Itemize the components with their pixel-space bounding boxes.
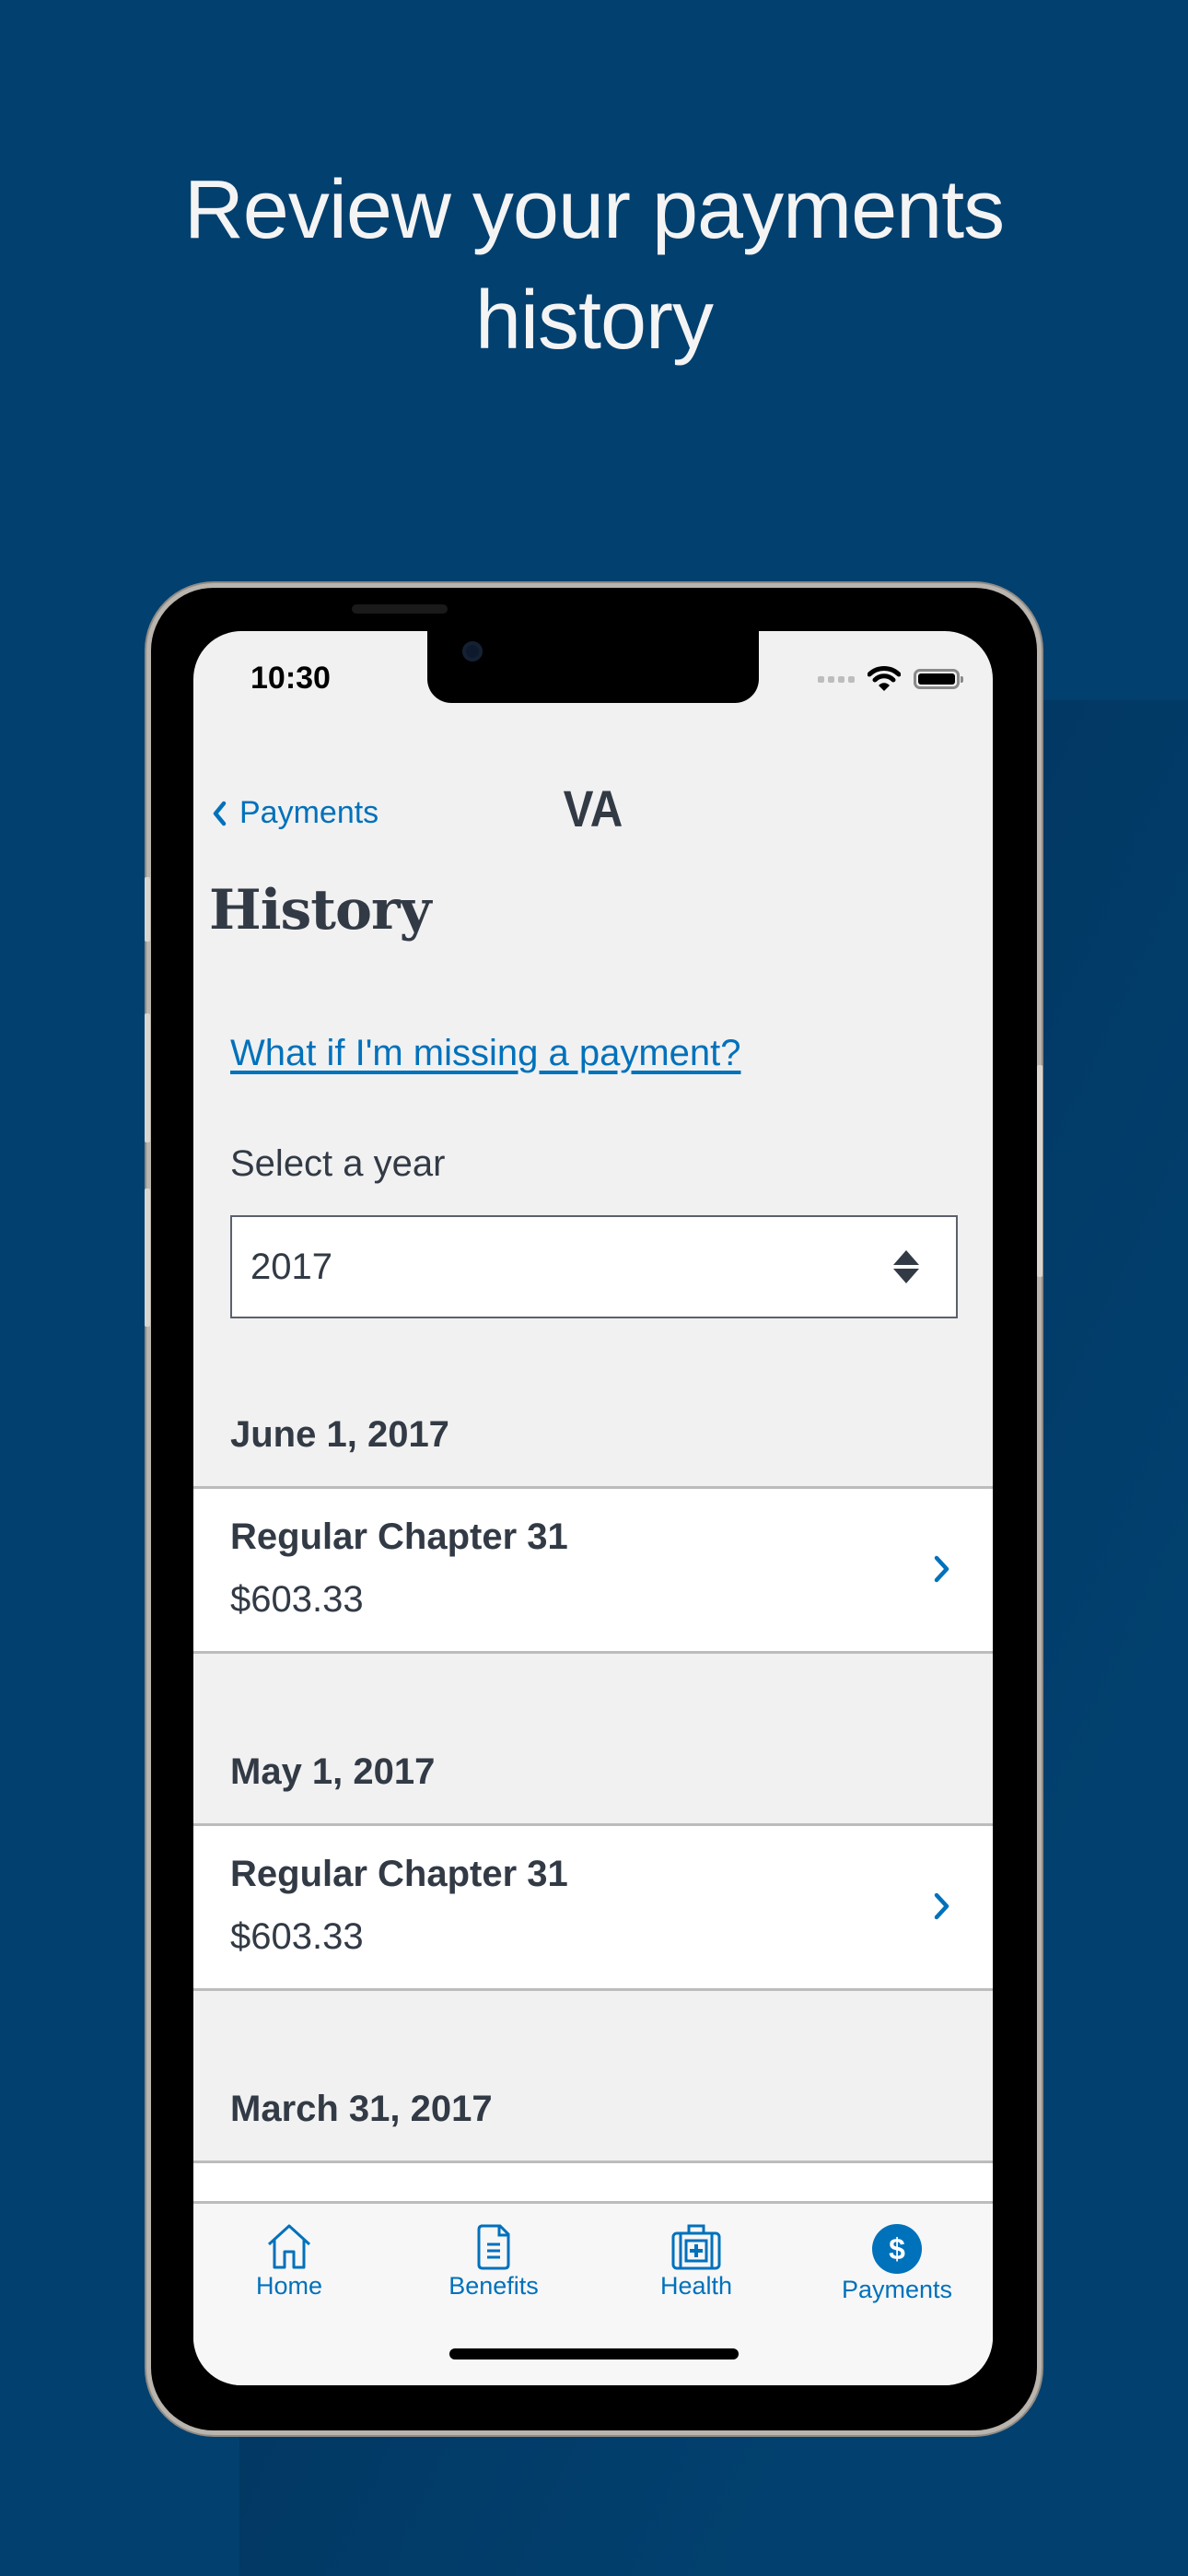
tab-home[interactable]: Home <box>197 2224 381 2301</box>
tab-health-label: Health <box>659 2272 733 2300</box>
missing-payment-link[interactable]: What if I'm missing a payment? <box>230 1033 741 1074</box>
payment-date-header: March 31, 2017 <box>230 2089 493 2129</box>
tab-benefits-label: Benefits <box>448 2272 539 2300</box>
payment-date-header: May 1, 2017 <box>230 1751 436 1792</box>
phone-mute-switch <box>145 877 150 942</box>
phone-volume-up-button <box>145 1013 150 1142</box>
page-title: History <box>209 878 431 943</box>
year-select[interactable]: 2017 <box>230 1215 958 1318</box>
payment-title: Regular Chapter 31 <box>230 1516 568 1557</box>
status-time: 10:30 <box>250 661 331 696</box>
medical-kit-icon <box>671 2224 721 2270</box>
payment-row[interactable]: Regular Chapter 31 $603.33 <box>193 1823 993 1991</box>
payment-row[interactable]: Regular Chapter 31 $603.33 <box>193 1486 993 1654</box>
wifi-icon <box>868 666 901 691</box>
payment-title: Regular Chapter 31 <box>230 1854 568 1894</box>
phone-speaker <box>352 604 448 614</box>
phone-volume-down-button <box>145 1188 150 1327</box>
nav-title: VA <box>563 779 623 837</box>
tab-payments[interactable]: $ Payments <box>805 2224 989 2304</box>
sort-arrows-icon <box>893 1250 919 1283</box>
tab-benefits[interactable]: Benefits <box>402 2224 586 2301</box>
payment-date-header: June 1, 2017 <box>230 1414 449 1455</box>
payment-amount: $603.33 <box>230 1579 364 1620</box>
status-icons <box>818 666 963 692</box>
app-screen: 10:30 Payments VA History What if I'm mi… <box>193 631 993 2385</box>
year-select-value: 2017 <box>250 1246 332 1287</box>
promo-headline-line2: history <box>474 275 714 367</box>
phone-power-button <box>1037 1065 1042 1277</box>
chevron-left-icon <box>213 801 227 825</box>
tab-health[interactable]: Health <box>604 2224 788 2301</box>
svg-text:$: $ <box>889 2232 905 2266</box>
promo-headline: Review your payments history <box>0 155 1188 376</box>
front-camera <box>462 641 483 662</box>
tab-home-label: Home <box>255 2272 323 2300</box>
chevron-right-icon <box>934 1892 949 1920</box>
promo-headline-line1: Review your payments <box>183 164 1005 256</box>
payment-amount: $603.33 <box>230 1916 364 1957</box>
tab-payments-label: Payments <box>841 2276 953 2303</box>
battery-icon <box>914 669 963 689</box>
year-select-label: Select a year <box>230 1143 446 1184</box>
document-icon <box>477 2224 510 2270</box>
dollar-circle-icon: $ <box>872 2224 922 2274</box>
chevron-right-icon <box>934 1555 949 1583</box>
home-icon <box>267 2224 311 2269</box>
home-indicator[interactable] <box>449 2348 739 2359</box>
signal-dots-icon <box>818 675 855 683</box>
